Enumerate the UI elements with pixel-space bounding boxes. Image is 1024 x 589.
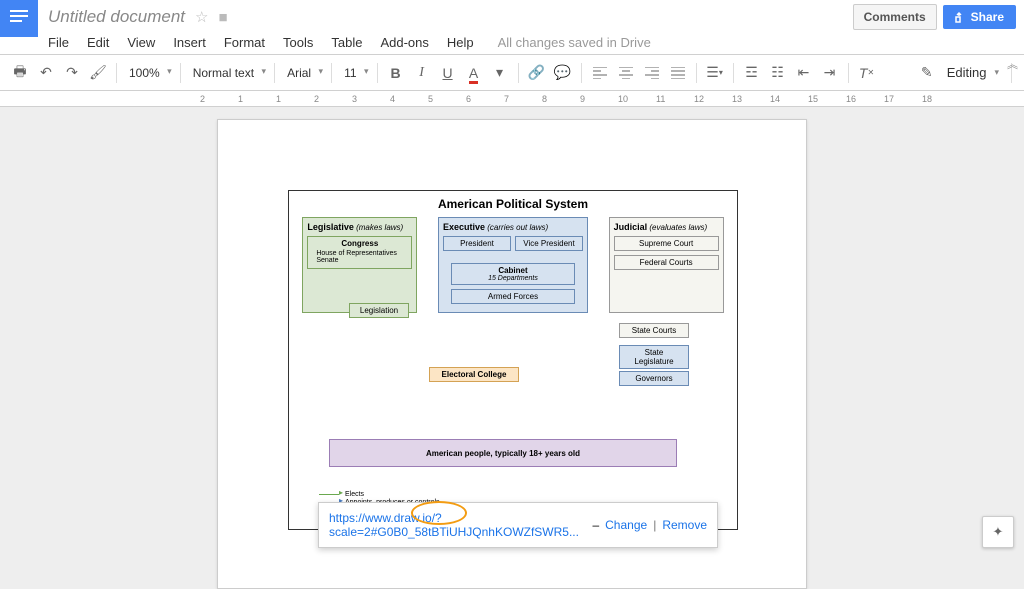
doc-title[interactable]: Untitled document [48, 7, 185, 27]
explore-button[interactable]: ✦ [982, 516, 1014, 548]
collapse-chevron-icon[interactable]: ︽ [1007, 56, 1018, 72]
text-color-icon[interactable]: A [462, 61, 486, 85]
exec-sub: (carries out laws) [487, 223, 548, 232]
menu-format[interactable]: Format [216, 33, 273, 52]
menu-insert[interactable]: Insert [165, 33, 214, 52]
underline-icon[interactable]: U [436, 61, 460, 85]
align-center-icon[interactable] [614, 61, 638, 85]
paint-format-icon[interactable]: 🖌 [86, 61, 110, 85]
clear-format-icon[interactable]: T✕ [855, 61, 879, 85]
size-select[interactable]: 11 [338, 64, 370, 82]
judicial-branch: Judicial (evaluates laws) Supreme Court … [609, 217, 724, 313]
comments-button[interactable]: Comments [853, 4, 937, 30]
menu-addons[interactable]: Add-ons [372, 33, 436, 52]
jud-sub: (evaluates laws) [649, 223, 707, 232]
folder-icon[interactable]: ■ [218, 9, 227, 26]
line-spacing-icon[interactable]: ☰▾ [703, 61, 727, 85]
supreme-box: Supreme Court [614, 236, 719, 251]
jud-title: Judicial [614, 222, 648, 232]
menu-view[interactable]: View [119, 33, 163, 52]
people-box: American people, typically 18+ years old [329, 439, 677, 467]
link-icon[interactable]: 🔗 [525, 61, 549, 85]
state-courts-box: State Courts [619, 323, 689, 338]
page[interactable]: American Political System Legislative (m… [217, 119, 807, 589]
menu-file[interactable]: File [40, 33, 77, 52]
undo-icon[interactable]: ↶ [34, 61, 58, 85]
zoom-select[interactable]: 100% [123, 64, 174, 82]
cabinet-box: Cabinet 15 Departments [451, 263, 575, 285]
state-leg-box: State Legislature [619, 345, 689, 369]
link-separator: | [653, 518, 656, 532]
exec-title: Executive [443, 222, 485, 232]
redo-icon[interactable]: ↷ [60, 61, 84, 85]
numbered-list-icon[interactable]: ☲ [740, 61, 764, 85]
style-select[interactable]: Normal text [187, 64, 268, 82]
align-left-icon[interactable] [588, 61, 612, 85]
federal-box: Federal Courts [614, 255, 719, 270]
docs-app-icon[interactable] [0, 0, 38, 37]
link-popup: https://www.draw.io/?scale=2#G0B0_58tBTi… [318, 502, 718, 548]
more-text-icon[interactable]: ▾ [488, 61, 512, 85]
indent-increase-icon[interactable]: ⇥ [818, 61, 842, 85]
align-justify-icon[interactable] [666, 61, 690, 85]
executive-branch: Executive (carries out laws) President V… [438, 217, 588, 313]
font-select[interactable]: Arial [281, 64, 325, 82]
share-button[interactable]: Share [943, 5, 1016, 29]
legislation-box: Legislation [349, 303, 409, 318]
vp-box: Vice President [515, 236, 583, 251]
save-status: All changes saved in Drive [498, 35, 651, 50]
diagram-title: American Political System [289, 191, 737, 217]
president-box: President [443, 236, 511, 251]
highlight-ellipse [411, 501, 467, 525]
menu-help[interactable]: Help [439, 33, 482, 52]
bulleted-list-icon[interactable]: ☷ [766, 61, 790, 85]
print-icon[interactable]: 🖶 [8, 61, 32, 85]
electoral-college-box: Electoral College [429, 367, 519, 382]
leg-sub: (makes laws) [356, 223, 403, 232]
governors-box: Governors [619, 371, 689, 386]
indent-decrease-icon[interactable]: ⇤ [792, 61, 816, 85]
canvas: American Political System Legislative (m… [0, 107, 1024, 589]
star-icon[interactable]: ☆ [195, 8, 208, 26]
comment-icon[interactable]: 💬 [551, 61, 575, 85]
menu-tools[interactable]: Tools [275, 33, 321, 52]
menu-table[interactable]: Table [323, 33, 370, 52]
armed-forces-box: Armed Forces [451, 289, 575, 304]
align-right-icon[interactable] [640, 61, 664, 85]
editing-mode-label[interactable]: Editing [947, 65, 987, 80]
bold-icon[interactable]: B [384, 61, 408, 85]
share-label: Share [971, 10, 1004, 24]
legislative-branch: Legislative (makes laws) Congress House … [302, 217, 417, 313]
toolbar: 🖶 ↶ ↷ 🖌 100% Normal text Arial 11 B I U … [0, 55, 1024, 91]
ruler[interactable]: 21123456789101112131415161718 [0, 91, 1024, 107]
leg-title: Legislative [307, 222, 354, 232]
congress-box: Congress House of Representatives Senate [307, 236, 412, 269]
remove-link[interactable]: Remove [662, 518, 707, 532]
italic-icon[interactable]: I [410, 61, 434, 85]
change-link[interactable]: Change [605, 518, 647, 532]
link-dash: – [592, 518, 599, 532]
editing-mode-icon[interactable]: ✎ [915, 61, 939, 85]
diagram-object[interactable]: American Political System Legislative (m… [288, 190, 738, 530]
menu-edit[interactable]: Edit [79, 33, 117, 52]
